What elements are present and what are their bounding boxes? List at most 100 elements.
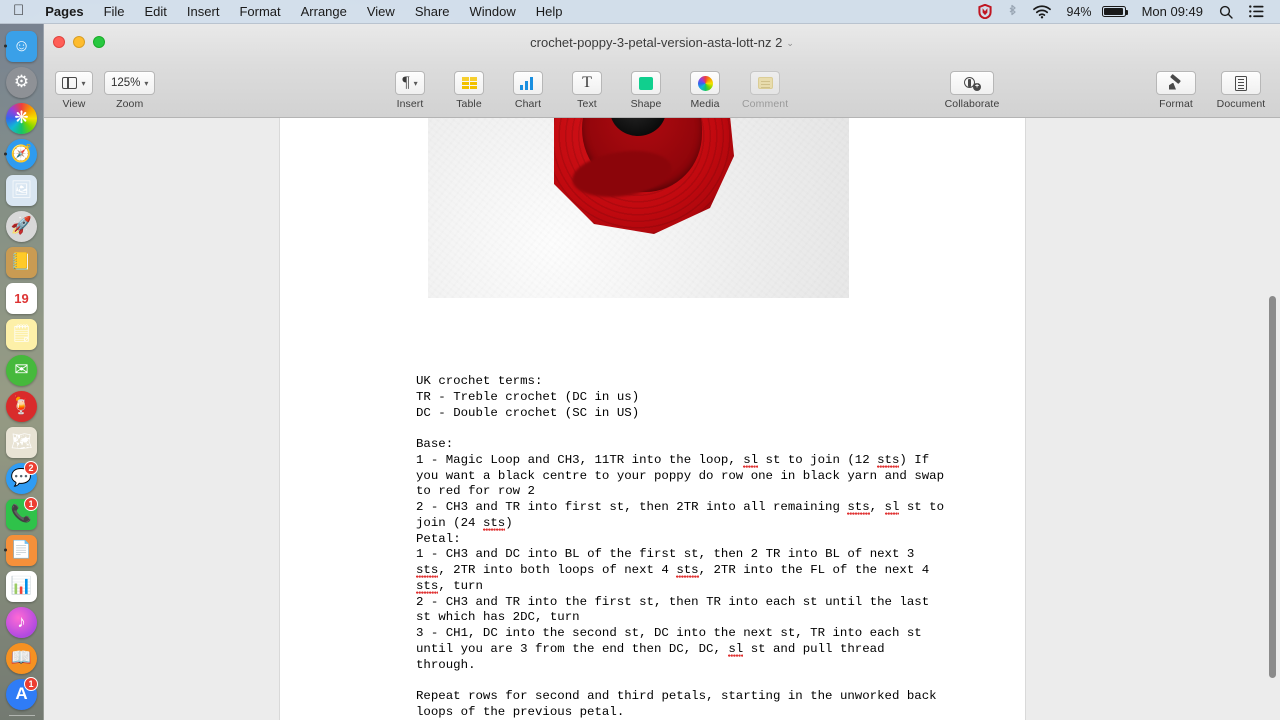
vertical-scrollbar[interactable] bbox=[1269, 296, 1276, 678]
dock-item-messages[interactable]: 💬 2 bbox=[2, 460, 42, 496]
dock-separator bbox=[8, 715, 35, 716]
panel-icon bbox=[62, 77, 78, 89]
itunes-icon: ♪ bbox=[6, 606, 37, 638]
menu-item-window[interactable]: Window bbox=[460, 4, 526, 19]
dock-item-maps[interactable]: 🗺 bbox=[2, 424, 42, 460]
table-button[interactable]: Table bbox=[447, 69, 491, 110]
system-preferences-icon: ⚙ bbox=[6, 66, 37, 98]
insert-button[interactable]: ¶ ▾ Insert bbox=[388, 69, 432, 110]
calendar-icon: 19 bbox=[6, 282, 37, 314]
shape-label: Shape bbox=[630, 98, 662, 110]
dock-item-launchpad[interactable]: 🚀 bbox=[2, 208, 42, 244]
bluetooth-icon[interactable] bbox=[1000, 4, 1025, 19]
menu-item-file[interactable]: File bbox=[94, 4, 135, 19]
messages-icon: 💬 2 bbox=[6, 460, 38, 494]
battery-icon[interactable] bbox=[1100, 6, 1134, 17]
misspelled-word: sts bbox=[847, 500, 870, 514]
menubar-status-area: 94% Mon 09:49 bbox=[970, 4, 1280, 19]
color-wheel-icon bbox=[697, 75, 713, 91]
pages-icon: 📄 bbox=[6, 534, 37, 566]
dock-item-system-preferences[interactable]: ⚙ bbox=[2, 64, 42, 100]
dock-item-itunes[interactable]: ♪ bbox=[2, 604, 42, 640]
misspelled-word: sl bbox=[728, 641, 744, 656]
text-line: 1 - Magic Loop and CH3, 11TR into the lo… bbox=[416, 452, 930, 467]
apple-logo-icon[interactable]:  bbox=[0, 3, 35, 18]
dock-app-list: ☺ ⚙ ❋ 🧭 🖼 🚀 📒 19 🗒 ✉ 🍹 🗺 💬 2 📞 1 📄 📊 ♪ 📖 A 1 bbox=[2, 28, 42, 712]
format-button[interactable]: Format bbox=[1152, 69, 1200, 110]
dock-item-calendar[interactable]: 19 bbox=[2, 280, 42, 316]
badge-count: 2 bbox=[24, 460, 38, 475]
zoom-button-toolbar[interactable]: 125% ▾ Zoom bbox=[104, 69, 156, 110]
misspelled-word: sts bbox=[676, 563, 699, 577]
mail-green-icon: ✉ bbox=[6, 354, 37, 386]
dock-item-safari[interactable]: 🧭 bbox=[2, 136, 42, 172]
text-blank-line bbox=[416, 421, 976, 437]
running-indicator-dot bbox=[3, 152, 7, 156]
paintbrush-icon bbox=[1168, 73, 1184, 91]
document-body-text[interactable]: UK crochet terms: TR - Treble crochet (DC… bbox=[416, 374, 976, 720]
dock-item-whatsapp[interactable]: 📞 1 bbox=[2, 496, 42, 532]
text-t-icon: T bbox=[582, 74, 592, 91]
safari-icon: 🧭 bbox=[6, 138, 37, 170]
menu-item-pages[interactable]: Pages bbox=[35, 4, 93, 19]
document-page[interactable]: UK crochet terms: TR - Treble crochet (DC… bbox=[280, 118, 1025, 720]
launchpad-icon: 🚀 bbox=[6, 210, 37, 242]
wifi-icon[interactable] bbox=[1025, 4, 1059, 19]
text-line: to red for row 2 bbox=[416, 484, 535, 499]
menu-item-format[interactable]: Format bbox=[229, 4, 290, 19]
chart-label: Chart bbox=[514, 98, 542, 110]
red-shield-icon[interactable] bbox=[970, 4, 1000, 19]
dock-item-ibooks[interactable]: 📖 bbox=[2, 640, 42, 676]
text-line: you want a black centre to your poppy do… bbox=[416, 468, 945, 483]
text-line: sts, 2TR into both loops of next 4 sts, … bbox=[416, 563, 930, 577]
dock-item-handbrake[interactable]: 🍹 bbox=[2, 388, 42, 424]
collaborate-label: Collaborate bbox=[944, 98, 1000, 110]
media-label: Media bbox=[690, 98, 720, 110]
badge-count: 1 bbox=[24, 496, 38, 511]
chevron-down-icon[interactable]: ⌄ bbox=[786, 38, 794, 48]
misspelled-word: sts bbox=[416, 578, 439, 593]
document-title[interactable]: crochet-poppy-3-petal-version-asta-lott-… bbox=[44, 35, 1280, 50]
toolbar-right-group: Format Document bbox=[1152, 69, 1272, 110]
whatsapp-icon: 📞 1 bbox=[6, 496, 38, 530]
shape-button[interactable]: Shape bbox=[624, 69, 668, 110]
dock-item-photos[interactable]: ❋ bbox=[2, 100, 42, 136]
text-line: st which has 2DC, turn bbox=[416, 610, 580, 625]
format-label: Format bbox=[1159, 98, 1193, 110]
comment-label: Comment bbox=[742, 98, 789, 110]
crochet-poppy-photo[interactable] bbox=[428, 118, 849, 298]
chart-button[interactable]: Chart bbox=[506, 69, 550, 110]
handbrake-icon: 🍹 bbox=[6, 390, 37, 422]
text-button[interactable]: T Text bbox=[565, 69, 609, 110]
toolbar: ▾ View 125% ▾ Zoom ¶ ▾ Insert Table Chart bbox=[44, 66, 1280, 118]
view-label: View bbox=[62, 98, 86, 110]
menu-item-insert[interactable]: Insert bbox=[177, 4, 230, 19]
menu-item-arrange[interactable]: Arrange bbox=[291, 4, 357, 19]
dock-item-numbers[interactable]: 📊 bbox=[2, 568, 42, 604]
document-button[interactable]: Document bbox=[1210, 69, 1272, 110]
menu-item-help[interactable]: Help bbox=[526, 4, 573, 19]
view-button[interactable]: ▾ View bbox=[52, 69, 96, 110]
menu-item-edit[interactable]: Edit bbox=[135, 4, 177, 19]
comment-button[interactable]: Comment bbox=[742, 69, 788, 110]
menu-item-view[interactable]: View bbox=[357, 4, 405, 19]
document-canvas[interactable]: UK crochet terms: TR - Treble crochet (DC… bbox=[44, 118, 1280, 720]
text-line: through. bbox=[416, 657, 476, 672]
collaborate-button[interactable]: + Collaborate bbox=[939, 69, 1005, 110]
dock-item-preview[interactable]: 🖼 bbox=[2, 172, 42, 208]
menu-item-share[interactable]: Share bbox=[405, 4, 460, 19]
document-lines-icon bbox=[1235, 75, 1247, 91]
chevron-down-icon: ▾ bbox=[144, 78, 149, 88]
insert-label: Insert bbox=[396, 98, 424, 110]
dock-item-app-store[interactable]: A1 bbox=[2, 676, 42, 712]
dock-item-contacts[interactable]: 📒 bbox=[2, 244, 42, 280]
dock-item-mail-green[interactable]: ✉ bbox=[2, 352, 42, 388]
search-icon[interactable] bbox=[1211, 5, 1241, 19]
menubar-clock[interactable]: Mon 09:49 bbox=[1134, 4, 1211, 19]
dock-item-pages[interactable]: 📄 bbox=[2, 532, 42, 568]
document-title-text: crochet-poppy-3-petal-version-asta-lott-… bbox=[530, 35, 783, 50]
dock-item-finder[interactable]: ☺ bbox=[2, 28, 42, 64]
control-center-icon[interactable] bbox=[1241, 5, 1272, 18]
media-button[interactable]: Media bbox=[683, 69, 727, 110]
dock-item-notes[interactable]: 🗒 bbox=[2, 316, 42, 352]
